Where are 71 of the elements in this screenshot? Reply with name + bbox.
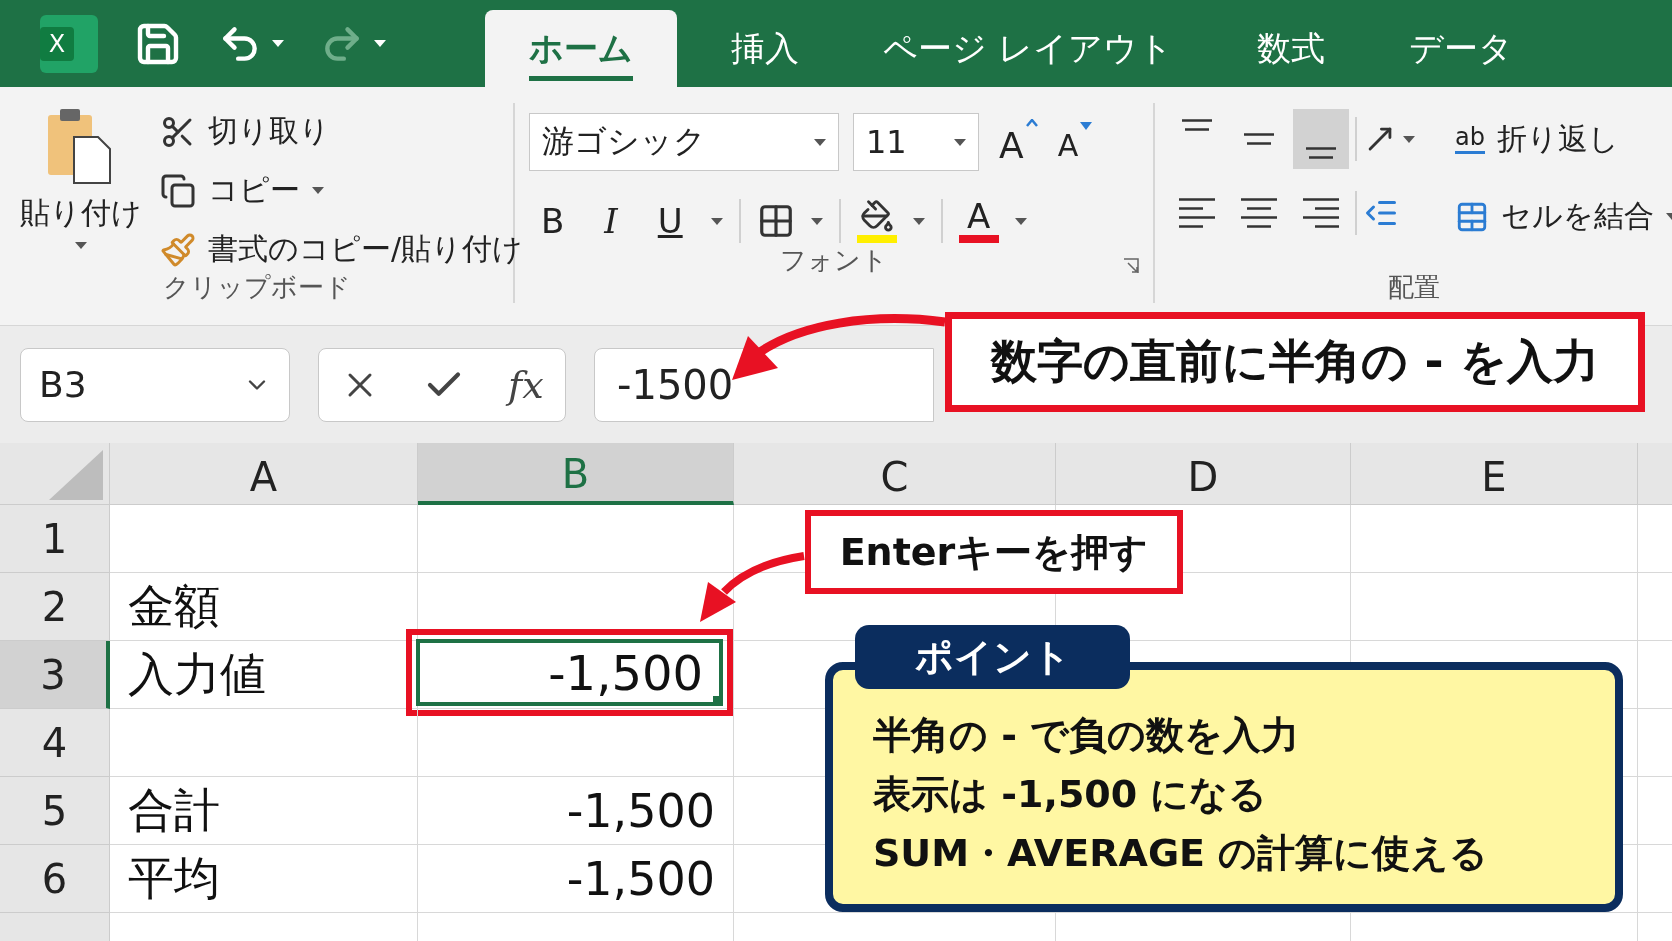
caret-icon[interactable] bbox=[312, 187, 324, 194]
font-color-button[interactable]: A bbox=[958, 199, 999, 243]
row-header[interactable]: 3 bbox=[0, 641, 110, 709]
ribbon-tab[interactable]: 数式 bbox=[1226, 10, 1355, 87]
merge-cells-button[interactable]: セルを結合 bbox=[1455, 196, 1672, 237]
clipboard-command[interactable]: コピー bbox=[156, 168, 528, 213]
align-bottom-icon bbox=[1306, 147, 1336, 159]
down-arrow-icon bbox=[1080, 121, 1093, 130]
wrap-text-button[interactable]: ab 折り返し bbox=[1455, 119, 1672, 160]
grow-font-button[interactable]: A bbox=[993, 118, 1038, 166]
row-header[interactable]: 5 bbox=[0, 777, 110, 845]
caret-icon[interactable] bbox=[810, 217, 823, 225]
row-header[interactable]: 2 bbox=[0, 573, 110, 641]
ribbon-tab[interactable]: データ bbox=[1378, 10, 1543, 87]
underline-button[interactable]: U bbox=[645, 197, 695, 245]
paste-button[interactable]: 貼り付け bbox=[14, 103, 148, 272]
bold-button[interactable]: B bbox=[529, 197, 577, 245]
clipboard-command[interactable]: 切り取り bbox=[156, 109, 528, 154]
point-text: 表示は -1,500 になる bbox=[873, 771, 1269, 818]
callout-label: Enterキーを押す bbox=[805, 510, 1183, 594]
align-middle-icon bbox=[1244, 133, 1274, 145]
callout-label: 数字の直前に半角の - を入力 bbox=[945, 312, 1645, 412]
column-header[interactable]: E bbox=[1351, 443, 1638, 505]
group-label: フォント bbox=[780, 245, 888, 277]
column-header[interactable]: A bbox=[110, 443, 418, 505]
column-header[interactable]: C bbox=[734, 443, 1056, 505]
italic-button[interactable]: I bbox=[592, 197, 630, 245]
align-center-icon bbox=[1241, 198, 1277, 228]
clipboard-icon bbox=[48, 109, 114, 185]
clipboard-command[interactable]: 書式のコピー/貼り付け bbox=[156, 227, 528, 272]
table-cell: -1,500 bbox=[418, 777, 734, 845]
table-cell: 平均 bbox=[110, 845, 418, 913]
copy-icon bbox=[160, 172, 196, 209]
group-label: 配置 bbox=[1387, 271, 1440, 303]
vertical-align-button[interactable] bbox=[1293, 109, 1349, 169]
group-label: クリップボード bbox=[162, 272, 351, 304]
shrink-font-button[interactable]: A bbox=[1051, 121, 1093, 163]
align-right-icon bbox=[1303, 198, 1339, 228]
caret-icon[interactable] bbox=[1014, 217, 1027, 225]
active-cell[interactable]: -1,500 bbox=[416, 639, 723, 706]
table-cell: -1,500 bbox=[418, 845, 734, 913]
name-box[interactable]: B3 bbox=[20, 347, 290, 422]
formula-input[interactable]: -1500 bbox=[594, 347, 934, 422]
row-header[interactable]: 4 bbox=[0, 709, 110, 777]
dialog-launcher-icon[interactable] bbox=[1123, 258, 1139, 275]
ribbon-tab[interactable]: ホーム bbox=[485, 10, 677, 87]
caret-icon[interactable] bbox=[75, 242, 87, 249]
row-header[interactable]: 6 bbox=[0, 845, 110, 913]
column-header[interactable]: B bbox=[418, 443, 734, 505]
align-left-icon bbox=[1179, 198, 1215, 228]
ribbon-tab[interactable]: ページ レイアウト bbox=[853, 10, 1203, 87]
caret-icon[interactable] bbox=[954, 138, 966, 146]
font-size-select[interactable]: 11 bbox=[853, 113, 979, 171]
app-logo: X bbox=[40, 14, 98, 73]
fill-color-button[interactable] bbox=[856, 199, 897, 243]
font-name-select[interactable]: 游ゴシック bbox=[529, 113, 839, 171]
paintbrush-icon bbox=[160, 231, 196, 268]
align-top-icon bbox=[1182, 119, 1212, 131]
point-text: SUM・AVERAGE の計算に使える bbox=[873, 830, 1490, 877]
caret-icon[interactable] bbox=[1403, 135, 1415, 143]
row-header[interactable]: 1 bbox=[0, 505, 110, 573]
point-text: 半角の - で負の数を入力 bbox=[873, 712, 1301, 759]
table-cell: 金額 bbox=[110, 573, 418, 641]
caret-icon[interactable] bbox=[912, 217, 925, 225]
column-header[interactable]: D bbox=[1056, 443, 1351, 505]
caret-icon[interactable] bbox=[710, 217, 723, 225]
table-cell: 合計 bbox=[110, 777, 418, 845]
ribbon-tab[interactable]: 挿入 bbox=[701, 10, 829, 87]
paint-bucket-icon bbox=[859, 199, 894, 233]
point-title: ポイント bbox=[855, 625, 1130, 689]
caret-icon[interactable] bbox=[814, 138, 826, 146]
